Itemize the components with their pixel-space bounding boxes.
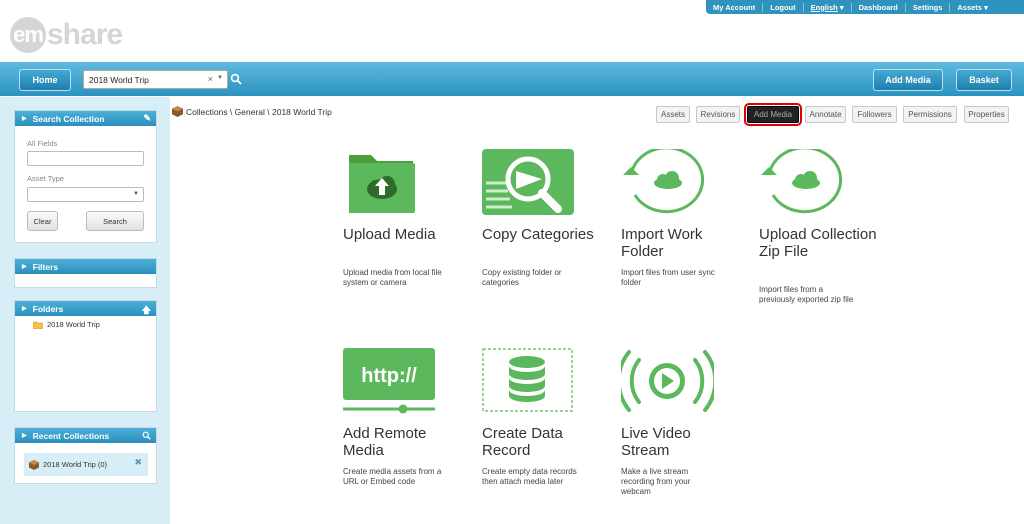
all-fields-input[interactable]: [27, 151, 144, 166]
search-collection-title: Search Collection: [32, 113, 105, 124]
add-remote-media-desc: Create media assets from a URL or Embed …: [343, 467, 442, 486]
caret-right-icon: ▶: [22, 306, 27, 312]
filters-panel: ▶ Filters: [14, 258, 157, 288]
recent-collections-panel: ▶ Recent Collections 2018 World Trip (0)…: [14, 427, 157, 484]
clear-button[interactable]: Clear: [27, 211, 58, 231]
tab-followers[interactable]: Followers: [852, 106, 897, 123]
chevron-down-icon[interactable]: ▼: [217, 75, 223, 81]
edit-icon[interactable]: ✎: [143, 113, 151, 124]
home-button[interactable]: Home: [19, 69, 71, 91]
folder-item-label: 2018 World Trip: [47, 320, 100, 329]
upload-media-desc: Upload media from local file system or c…: [343, 268, 442, 287]
settings-link[interactable]: Settings: [906, 2, 951, 12]
logo-em: em: [10, 17, 46, 53]
filters-title: Filters: [32, 261, 59, 272]
caret-right-icon: ▶: [22, 433, 27, 439]
search-icon[interactable]: [230, 73, 242, 85]
folders-panel: ▶ Folders 🡅 2018 World Trip: [14, 300, 157, 412]
breadcrumb: Collections \ General \ 2018 World Trip: [172, 106, 332, 117]
arrow-up-icon[interactable]: 🡅: [142, 303, 151, 319]
recent-collections-header[interactable]: ▶ Recent Collections: [15, 428, 156, 443]
upload-media-title: Upload Media: [343, 226, 436, 243]
recent-collection-label: 2018 World Trip (0): [43, 460, 108, 469]
clear-icon[interactable]: ×: [208, 74, 213, 84]
chevron-down-icon: ▼: [133, 191, 139, 197]
caret-right-icon: ▶: [22, 264, 27, 270]
import-work-folder-title: Import Work Folder: [621, 226, 703, 260]
folder-item[interactable]: 2018 World Trip: [33, 320, 100, 329]
copy-categories-desc: Copy existing folder or categories: [482, 268, 562, 287]
tab-assets[interactable]: Assets: [656, 106, 690, 123]
live-stream-icon: [621, 350, 714, 412]
copy-categories-icon: [482, 149, 574, 215]
search-collection-panel: ▶ Search Collection ✎ All Fields Asset T…: [14, 110, 157, 243]
caret-right-icon: ▶: [22, 116, 27, 122]
search-button[interactable]: Search: [86, 211, 144, 231]
asset-type-label: Asset Type: [27, 174, 64, 183]
all-fields-label: All Fields: [27, 139, 58, 148]
live-video-stream-desc: Make a live stream recording from your w…: [621, 467, 691, 496]
http-remote-icon: http://: [343, 348, 435, 414]
search-icon[interactable]: [142, 431, 151, 440]
tab-annotate[interactable]: Annotate: [805, 106, 846, 123]
recent-collection-item[interactable]: 2018 World Trip (0) ✖: [24, 453, 148, 476]
basket-button[interactable]: Basket: [956, 69, 1012, 91]
folders-header[interactable]: ▶ Folders 🡅: [15, 301, 156, 316]
copy-categories-title: Copy Categories: [482, 226, 594, 243]
folders-title: Folders: [32, 303, 64, 314]
assets-label: Assets: [957, 2, 982, 12]
emshare-logo: em share: [10, 17, 123, 53]
import-sync-icon: [623, 149, 705, 214]
upload-collection-zip-desc: Import files from a previously exported …: [759, 285, 854, 304]
collection-box-icon: [172, 106, 183, 117]
breadcrumb-path[interactable]: Collections \ General \ 2018 World Trip: [186, 107, 332, 117]
collection-select-value: 2018 World Trip: [89, 74, 149, 85]
remove-icon[interactable]: ✖: [134, 457, 142, 468]
add-media-button[interactable]: Add Media: [873, 69, 943, 91]
logo-share: share: [47, 18, 123, 51]
add-remote-media-title: Add Remote Media: [343, 425, 427, 459]
import-work-folder-desc: Import files from user sync folder: [621, 268, 715, 287]
search-collection-header[interactable]: ▶ Search Collection ✎: [15, 111, 156, 126]
svg-text:http://: http://: [361, 365, 417, 387]
collection-select[interactable]: 2018 World Trip × ▼: [83, 70, 228, 89]
assets-dropdown[interactable]: Assets ▾: [950, 3, 994, 12]
recent-collections-title: Recent Collections: [32, 430, 110, 441]
filters-header[interactable]: ▶ Filters: [15, 259, 156, 274]
logout-link[interactable]: Logout: [763, 2, 804, 12]
top-nav: My Account Logout English ▾ Dashboard Se…: [706, 0, 1024, 14]
create-data-record-desc: Create empty data records then attach me…: [482, 467, 577, 486]
tab-add-media[interactable]: Add Media: [744, 103, 802, 126]
tab-revisions[interactable]: Revisions: [696, 106, 740, 123]
language-label: English: [810, 2, 838, 12]
language-dropdown[interactable]: English ▾: [804, 2, 852, 12]
upload-collection-zip-title: Upload Collection Zip File: [759, 226, 877, 260]
collection-box-icon: [29, 459, 39, 470]
database-icon: [482, 348, 573, 412]
tab-properties[interactable]: Properties: [964, 106, 1009, 123]
upload-folder-icon: [349, 155, 415, 213]
asset-type-select[interactable]: ▼: [27, 187, 144, 202]
dashboard-link[interactable]: Dashboard: [852, 2, 906, 12]
folder-icon: [33, 321, 43, 329]
tab-permissions[interactable]: Permissions: [903, 106, 957, 123]
upload-zip-sync-icon: [761, 149, 843, 214]
live-video-stream-title: Live Video Stream: [621, 425, 691, 459]
my-account-link[interactable]: My Account: [706, 2, 764, 12]
create-data-record-title: Create Data Record: [482, 425, 563, 459]
